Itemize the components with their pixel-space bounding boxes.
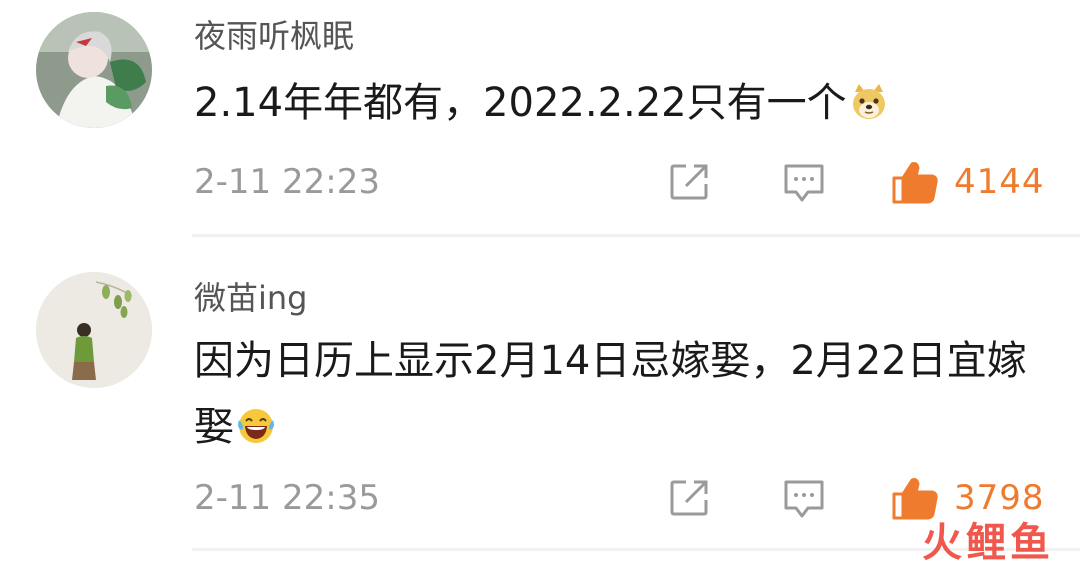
reply-button[interactable] <box>782 162 826 204</box>
avatar[interactable] <box>36 12 152 128</box>
comment-text: 因为日历上显示2月14日忌嫁娶，2月22日宜嫁娶 <box>194 338 1027 450</box>
laughing-tears-emoji-icon <box>238 409 274 443</box>
thumbs-up-icon <box>892 162 938 204</box>
doge-emoji-icon <box>852 84 885 119</box>
like-count: 4144 <box>954 162 1045 202</box>
share-icon <box>670 164 708 200</box>
share-button[interactable] <box>668 478 712 518</box>
timestamp: 2-11 22:23 <box>194 162 380 202</box>
avatar[interactable] <box>36 272 152 388</box>
share-icon <box>670 480 708 516</box>
timestamp: 2-11 22:35 <box>194 478 380 518</box>
watermark: 火鲤鱼 <box>922 520 1054 566</box>
comment-item: 微苗ing 因为日历上显示2月14日忌嫁娶，2月22日宜嫁娶 2-11 22:3… <box>0 236 1080 552</box>
share-button[interactable] <box>668 162 712 202</box>
username[interactable]: 夜雨听枫眠 <box>194 16 354 56</box>
comment-icon <box>784 164 824 202</box>
comment-icon <box>784 480 824 518</box>
reply-button[interactable] <box>782 478 826 520</box>
comment-item: 夜雨听枫眠 2.14年年都有，2022.2.22只有一个 2-11 22:23 <box>0 0 1080 236</box>
username[interactable]: 微苗ing <box>194 278 308 318</box>
comment-meta: 2-11 22:35 3798 <box>0 476 1080 520</box>
like-button[interactable]: 4144 <box>890 160 1045 204</box>
comment-text: 2.14年年都有，2022.2.22只有一个 <box>194 70 1044 136</box>
comment-meta: 2-11 22:23 4144 <box>0 160 1080 204</box>
